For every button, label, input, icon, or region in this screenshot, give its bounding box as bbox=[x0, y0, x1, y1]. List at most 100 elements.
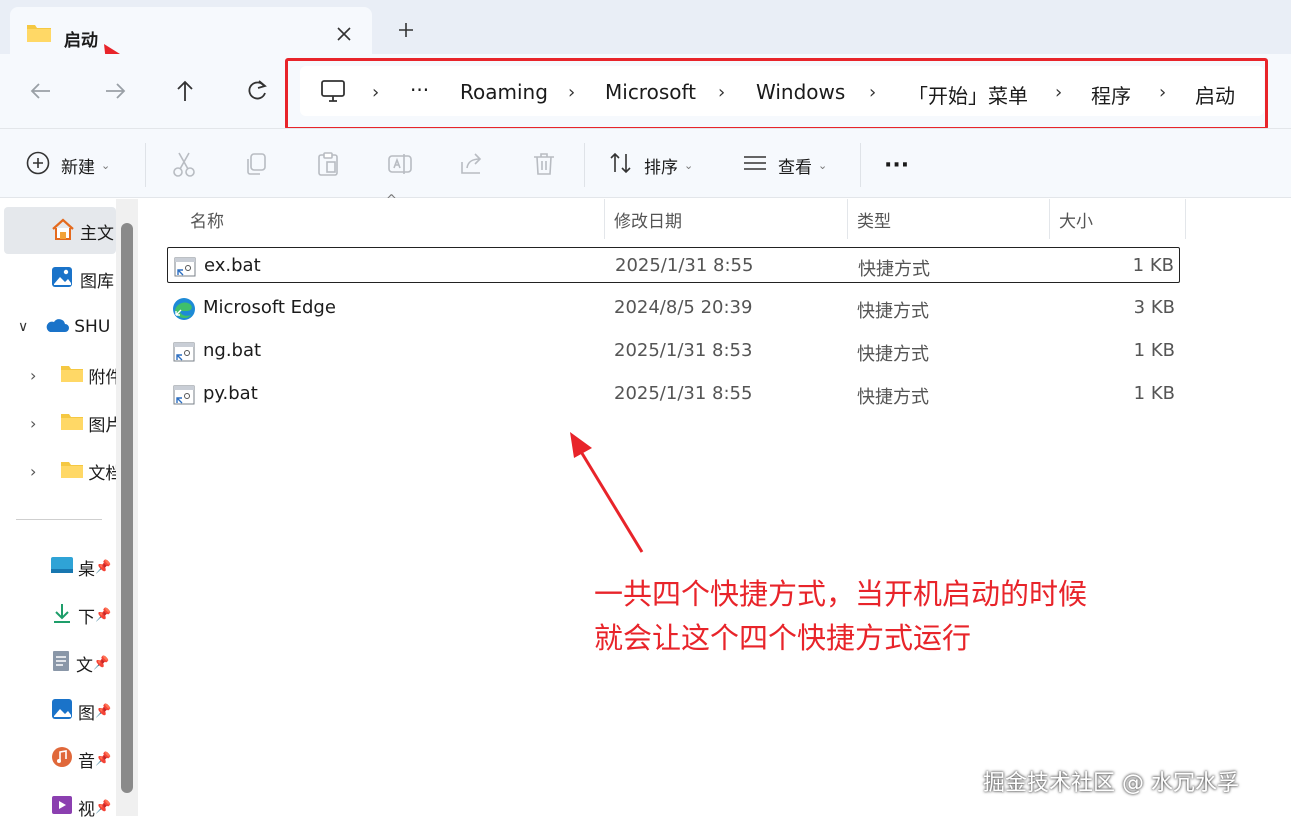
cut-icon[interactable] bbox=[170, 150, 198, 178]
share-icon[interactable] bbox=[458, 150, 486, 178]
sort-button[interactable]: 排序 ⌄ bbox=[608, 151, 693, 179]
sidebar-item-music[interactable]: 音 📌 bbox=[50, 744, 116, 774]
column-divider[interactable] bbox=[604, 199, 605, 239]
refresh-icon[interactable] bbox=[242, 76, 272, 106]
plus-circle-icon bbox=[25, 150, 51, 181]
home-icon bbox=[50, 217, 76, 246]
breadcrumb-more[interactable]: ··· bbox=[410, 78, 429, 102]
column-divider[interactable] bbox=[847, 199, 848, 239]
sidebar-item-label: 图库 bbox=[80, 271, 114, 292]
cloud-icon bbox=[44, 316, 70, 339]
chevron-down-icon: ⌄ bbox=[818, 158, 828, 172]
sidebar-item-label: 图 bbox=[78, 703, 95, 724]
column-divider[interactable] bbox=[1049, 199, 1050, 239]
view-button[interactable]: 查看 ⌄ bbox=[742, 151, 827, 179]
sidebar-item-gallery[interactable]: 图库 bbox=[50, 264, 116, 294]
pin-icon[interactable]: 📌 bbox=[95, 704, 111, 719]
file-size: 3 KB bbox=[1133, 297, 1175, 318]
up-arrow-icon[interactable] bbox=[170, 76, 200, 106]
copy-icon[interactable] bbox=[242, 150, 270, 178]
chevron-down-icon: ∨ bbox=[18, 319, 29, 335]
column-header-size[interactable]: 大小 bbox=[1059, 207, 1093, 232]
column-header-modified[interactable]: 修改日期 bbox=[614, 207, 682, 232]
sidebar-item-folder[interactable]: › 文档 bbox=[30, 456, 116, 486]
sidebar-item-folder[interactable]: › 附件 bbox=[30, 360, 116, 390]
pin-icon[interactable]: 📌 bbox=[93, 656, 109, 671]
file-name: Microsoft Edge bbox=[203, 297, 336, 318]
tab-title: 启动 bbox=[64, 31, 98, 51]
file-row[interactable]: Microsoft Edge 2024/8/5 20:39 快捷方式 3 KB bbox=[167, 290, 1180, 326]
annotation-line: 一共四个快捷方式，当开机启动的时候 bbox=[594, 577, 1088, 611]
pin-icon[interactable]: 📌 bbox=[95, 608, 111, 623]
breadcrumb-start-menu[interactable]: 「开始」菜单 bbox=[908, 80, 1028, 109]
address-bar[interactable]: › ··· Roaming › Microsoft › Windows › 「开… bbox=[300, 66, 1264, 116]
file-modified: 2025/1/31 8:55 bbox=[615, 255, 754, 276]
column-header-type[interactable]: 类型 bbox=[857, 207, 891, 232]
divider bbox=[860, 143, 861, 187]
file-row[interactable]: ng.bat 2025/1/31 8:53 快捷方式 1 KB bbox=[167, 333, 1180, 369]
command-bar: 新建 ⌄ 排序 ⌄ 查看 ⌄ ··· bbox=[0, 128, 1291, 198]
sidebar-item-videos[interactable]: 视 📌 bbox=[50, 792, 116, 822]
annotation-text: 一共四个快捷方式，当开机启动的时候 就会让这个四个快捷方式运行 bbox=[594, 572, 1087, 660]
paste-icon[interactable] bbox=[314, 150, 342, 178]
file-modified: 2025/1/31 8:53 bbox=[614, 340, 753, 361]
sidebar-item-label: 文档 bbox=[88, 463, 116, 484]
chevron-right-icon: › bbox=[30, 461, 37, 481]
download-icon bbox=[50, 601, 74, 630]
sidebar-item-label: 图片 bbox=[88, 415, 116, 436]
sidebar-item-home[interactable]: 主文 bbox=[50, 216, 116, 246]
more-options-button[interactable]: ··· bbox=[884, 151, 909, 179]
sort-label: 排序 bbox=[644, 157, 678, 178]
chevron-right-icon: › bbox=[1055, 82, 1063, 103]
chevron-down-icon: ⌄ bbox=[684, 158, 694, 172]
breadcrumb-startup[interactable]: 启动 bbox=[1195, 80, 1235, 109]
video-icon bbox=[50, 793, 74, 822]
chevron-right-icon: › bbox=[30, 365, 37, 385]
column-divider[interactable] bbox=[1185, 199, 1186, 239]
sidebar-item-label: 音 bbox=[78, 751, 95, 772]
rename-icon[interactable] bbox=[386, 150, 414, 178]
chevron-right-icon: › bbox=[568, 82, 576, 103]
new-tab-icon[interactable] bbox=[392, 16, 420, 44]
sidebar-item-documents[interactable]: 文 📌 bbox=[50, 648, 116, 678]
sidebar-item-onedrive[interactable]: ∨ SHU bbox=[18, 312, 116, 342]
sidebar-item-folder[interactable]: › 图片 bbox=[30, 408, 116, 438]
navigation-pane: 主文 图库 ∨ SHU › 附件 › 图片 › 文档 桌 📌 下 📌 文 📌 图… bbox=[0, 199, 142, 820]
chevron-right-icon: › bbox=[718, 82, 726, 103]
file-row[interactable]: py.bat 2025/1/31 8:55 快捷方式 1 KB bbox=[167, 376, 1180, 412]
sidebar-item-label: 主文 bbox=[80, 223, 114, 244]
breadcrumb-windows[interactable]: Windows bbox=[756, 80, 845, 104]
file-row[interactable]: ex.bat 2025/1/31 8:55 快捷方式 1 KB bbox=[167, 247, 1180, 283]
folder-icon bbox=[60, 411, 84, 436]
file-size: 1 KB bbox=[1132, 255, 1174, 276]
delete-icon[interactable] bbox=[530, 150, 558, 178]
chevron-right-icon: › bbox=[30, 413, 37, 433]
close-tab-icon[interactable] bbox=[332, 22, 356, 46]
sidebar-item-pictures[interactable]: 图 📌 bbox=[50, 696, 116, 726]
back-arrow-icon[interactable] bbox=[26, 76, 56, 106]
tab-startup[interactable]: 启动 bbox=[10, 7, 372, 54]
shortcut-file-icon bbox=[173, 255, 197, 279]
file-size: 1 KB bbox=[1133, 383, 1175, 404]
forward-arrow-icon[interactable] bbox=[100, 76, 130, 106]
breadcrumb-programs[interactable]: 程序 bbox=[1091, 80, 1131, 109]
sidebar-item-desktop[interactable]: 桌 📌 bbox=[50, 552, 116, 582]
pin-icon[interactable]: 📌 bbox=[95, 800, 111, 815]
sidebar-item-downloads[interactable]: 下 📌 bbox=[50, 600, 116, 630]
breadcrumb-roaming[interactable]: Roaming bbox=[460, 80, 548, 104]
divider bbox=[584, 143, 585, 187]
pin-icon[interactable]: 📌 bbox=[95, 752, 111, 767]
column-header-name[interactable]: 名称 bbox=[190, 207, 224, 232]
computer-icon[interactable] bbox=[320, 79, 346, 107]
file-size: 1 KB bbox=[1133, 340, 1175, 361]
title-bar: 启动 bbox=[0, 0, 1291, 54]
scrollbar-thumb[interactable] bbox=[121, 223, 133, 793]
file-modified: 2025/1/31 8:55 bbox=[614, 383, 753, 404]
new-button[interactable]: 新建 ⌄ bbox=[25, 151, 110, 179]
divider bbox=[145, 143, 146, 187]
chevron-down-icon: ⌄ bbox=[101, 158, 111, 172]
pin-icon[interactable]: 📌 bbox=[95, 560, 111, 575]
sidebar-item-label: SHU bbox=[74, 317, 111, 337]
breadcrumb-microsoft[interactable]: Microsoft bbox=[605, 80, 696, 104]
folder-icon bbox=[26, 21, 52, 47]
